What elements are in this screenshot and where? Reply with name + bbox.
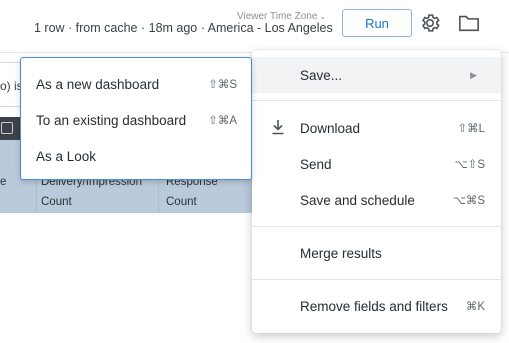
submenu-item-label: As a Look <box>36 148 97 164</box>
menu-item-merge-results[interactable]: Merge results <box>252 235 501 271</box>
explore-page: 1 row · from cache · 18m ago · America -… <box>0 0 509 343</box>
menu-divider <box>252 279 501 280</box>
menu-item-shortcut: ⌘K <box>465 301 485 313</box>
menu-item-shortcut: ⌥⇧S <box>454 159 485 171</box>
submenu-item-shortcut: ⇧⌘S <box>208 79 237 91</box>
submenu-item-existing-dashboard[interactable]: To an existing dashboard ⇧⌘A <box>21 102 251 138</box>
run-button[interactable]: Run <box>342 9 412 37</box>
menu-divider <box>252 226 501 227</box>
square-icon[interactable] <box>1 122 13 134</box>
submenu-item-label: As a new dashboard <box>36 76 160 92</box>
column-header[interactable]: e <box>0 172 6 192</box>
gear-icon[interactable] <box>419 12 441 34</box>
timezone-label: Viewer Time Zone <box>237 11 318 22</box>
gear-dropdown-menu: Save... ▶ Download ⇧⌘L Send ⌥⇧S Save and… <box>252 50 501 333</box>
query-status-text: 1 row · from cache · 18m ago · America -… <box>34 21 333 35</box>
menu-item-remove-fields[interactable]: Remove fields and filters ⌘K <box>252 288 501 324</box>
download-icon <box>272 120 284 135</box>
submenu-item-as-look[interactable]: As a Look <box>21 138 251 174</box>
menu-item-send[interactable]: Send ⌥⇧S <box>252 146 501 182</box>
save-submenu: As a new dashboard ⇧⌘S To an existing da… <box>20 57 252 180</box>
menu-item-label: Save and schedule <box>300 192 415 208</box>
menu-item-save[interactable]: Save... ▶ <box>252 57 501 93</box>
chevron-right-icon: ▶ <box>470 69 477 80</box>
chevron-down-icon: ⌄ <box>319 12 327 21</box>
menu-divider <box>252 100 501 101</box>
menu-item-label: Remove fields and filters <box>300 298 448 314</box>
submenu-item-shortcut: ⇧⌘A <box>208 115 237 127</box>
menu-item-save-and-schedule[interactable]: Save and schedule ⌥⌘S <box>252 182 501 218</box>
menu-item-label: Merge results <box>300 245 382 261</box>
timezone-selector[interactable]: Viewer Time Zone ⌄ <box>237 11 326 22</box>
explore-header: 1 row · from cache · 18m ago · America -… <box>0 0 509 53</box>
submenu-item-new-dashboard[interactable]: As a new dashboard ⇧⌘S <box>21 66 251 102</box>
menu-item-download[interactable]: Download ⇧⌘L <box>252 110 501 146</box>
menu-item-shortcut: ⌥⌘S <box>452 195 485 207</box>
menu-item-label: Send <box>300 156 332 172</box>
folder-icon[interactable] <box>458 13 480 33</box>
menu-item-label: Save... <box>300 67 343 83</box>
submenu-item-label: To an existing dashboard <box>36 112 187 128</box>
menu-item-label: Download <box>300 120 361 136</box>
menu-item-shortcut: ⇧⌘L <box>457 123 485 135</box>
